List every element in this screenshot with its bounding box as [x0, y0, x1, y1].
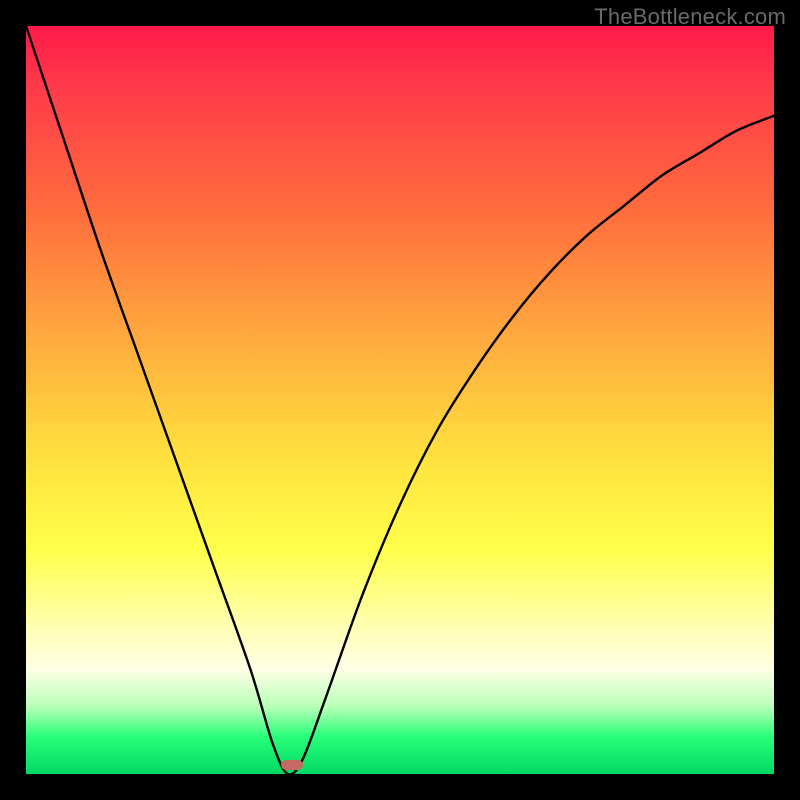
curve-path [26, 26, 774, 774]
bottleneck-curve [26, 26, 774, 774]
watermark-text: TheBottleneck.com [594, 4, 786, 30]
chart-plot-area [26, 26, 774, 774]
optimal-point-marker [281, 760, 303, 770]
